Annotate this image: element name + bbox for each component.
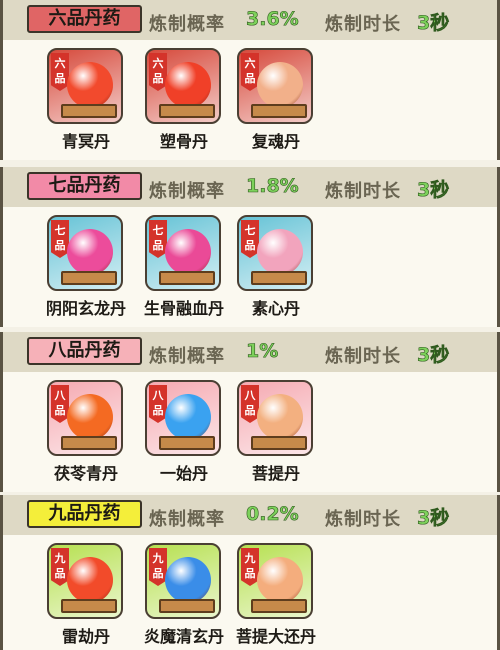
rate-value: 1.8% [246, 175, 299, 198]
pill-orb-icon [257, 229, 303, 275]
rate-value: 3.6% [246, 8, 299, 31]
pill-icon[interactable]: 八品 [145, 380, 221, 456]
duration-label: 炼制时长 [325, 181, 401, 202]
grade-title-tag[interactable]: 九品丹药 [27, 500, 142, 528]
pill-section: 八品丹药 炼制概率 1% 炼制时长 3秒 八品 茯苓青丹 八品 一始丹 八品 菩提丹 [0, 332, 500, 492]
pedestal-icon [159, 436, 215, 450]
pedestal-icon [159, 271, 215, 285]
pill-orb-icon [257, 62, 303, 108]
pill-item[interactable]: 七品 阴阳玄龙丹 [41, 213, 131, 323]
pill-orb-icon [67, 62, 113, 108]
pill-icon[interactable]: 七品 [145, 215, 221, 291]
section-header: 九品丹药 炼制概率 0.2% 炼制时长 3秒 [3, 495, 497, 535]
pill-icon[interactable]: 七品 [47, 215, 123, 291]
pill-orb-icon [67, 557, 113, 603]
pill-item[interactable]: 九品 菩提大还丹 [231, 541, 321, 650]
pedestal-icon [61, 436, 117, 450]
grade-title-tag[interactable]: 八品丹药 [27, 337, 142, 365]
section-header: 六品丹药 炼制概率 3.6% 炼制时长 3秒 [3, 0, 497, 40]
pill-icon[interactable]: 九品 [237, 543, 313, 619]
pill-orb-icon [165, 557, 211, 603]
pedestal-icon [159, 599, 215, 613]
pedestal-icon [251, 599, 307, 613]
pill-orb-icon [67, 229, 113, 275]
pill-item[interactable]: 六品 青冥丹 [41, 46, 131, 156]
grade-title-tag[interactable]: 七品丹药 [27, 172, 142, 200]
pedestal-icon [159, 104, 215, 118]
pedestal-icon [251, 271, 307, 285]
pill-item[interactable]: 六品 复魂丹 [231, 46, 321, 156]
pill-name: 菩提丹 [251, 464, 300, 483]
pill-orb-icon [257, 557, 303, 603]
pill-orb-icon [257, 394, 303, 440]
pill-name: 素心丹 [251, 299, 300, 318]
pill-name: 复魂丹 [251, 132, 300, 151]
pill-item[interactable]: 九品 雷劫丹 [41, 541, 131, 650]
pedestal-icon [61, 599, 117, 613]
pill-orb-icon [165, 229, 211, 275]
rate-label: 炼制概率 [149, 509, 225, 530]
duration-value: 3秒 [417, 344, 450, 367]
duration-value: 3秒 [417, 179, 450, 202]
pill-orb-icon [165, 394, 211, 440]
duration-label: 炼制时长 [325, 509, 401, 530]
pill-name: 菩提大还丹 [235, 627, 316, 646]
grade-title-tag[interactable]: 六品丹药 [27, 5, 142, 33]
pill-orb-icon [67, 394, 113, 440]
pedestal-icon [251, 104, 307, 118]
pill-item[interactable]: 八品 茯苓青丹 [41, 378, 131, 488]
pill-icon[interactable]: 九品 [145, 543, 221, 619]
pill-icon[interactable]: 七品 [237, 215, 313, 291]
pill-icon[interactable]: 六品 [47, 48, 123, 124]
pill-icon[interactable]: 六品 [145, 48, 221, 124]
rate-label: 炼制概率 [149, 14, 225, 35]
pill-item[interactable]: 七品 素心丹 [231, 213, 321, 323]
pedestal-icon [61, 104, 117, 118]
pedestal-icon [61, 271, 117, 285]
rate-label: 炼制概率 [149, 346, 225, 367]
pedestal-icon [251, 436, 307, 450]
pill-section: 七品丹药 炼制概率 1.8% 炼制时长 3秒 七品 阴阳玄龙丹 七品 生骨融血丹 七品 素心丹 [0, 167, 500, 327]
pill-orb-icon [165, 62, 211, 108]
pill-icon[interactable]: 六品 [237, 48, 313, 124]
duration-value: 3秒 [417, 12, 450, 35]
rate-value: 1% [246, 340, 279, 363]
rate-label: 炼制概率 [149, 181, 225, 202]
pill-icon[interactable]: 八品 [237, 380, 313, 456]
section-header: 八品丹药 炼制概率 1% 炼制时长 3秒 [3, 332, 497, 372]
pill-section: 六品丹药 炼制概率 3.6% 炼制时长 3秒 六品 青冥丹 六品 塑骨丹 六品 复魂丹 [0, 0, 500, 160]
section-header: 七品丹药 炼制概率 1.8% 炼制时长 3秒 [3, 167, 497, 207]
pill-section: 九品丹药 炼制概率 0.2% 炼制时长 3秒 九品 雷劫丹 九品 炎魔清玄丹 九品 菩提大还丹 [0, 495, 500, 650]
duration-value: 3秒 [417, 507, 450, 530]
pill-item[interactable]: 八品 菩提丹 [231, 378, 321, 488]
pill-icon[interactable]: 八品 [47, 380, 123, 456]
pill-icon[interactable]: 九品 [47, 543, 123, 619]
duration-label: 炼制时长 [325, 14, 401, 35]
rate-value: 0.2% [246, 503, 299, 526]
duration-label: 炼制时长 [325, 346, 401, 367]
